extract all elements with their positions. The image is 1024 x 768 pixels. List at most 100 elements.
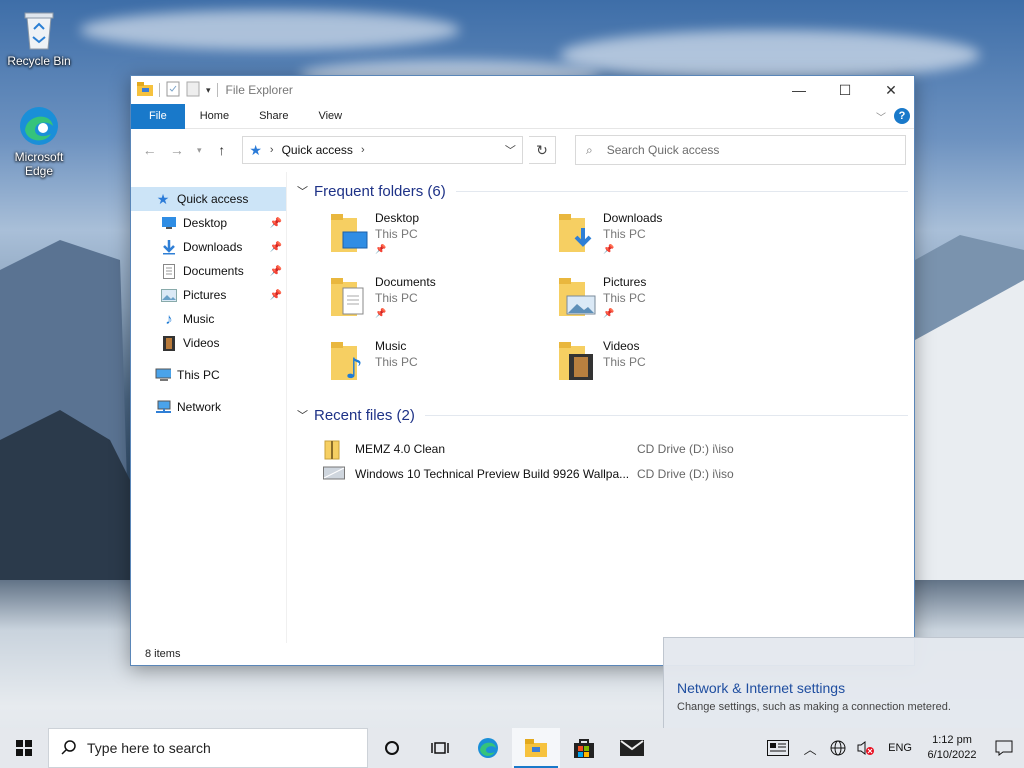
folder-documents[interactable]: Documents This PC 📌 bbox=[329, 274, 557, 326]
cortana-button[interactable] bbox=[368, 728, 416, 768]
recent-files-section: ﹀ Recent files (2) MEMZ 4.0 Clean CD Dri… bbox=[297, 390, 908, 486]
quick-access-star-icon: ★ bbox=[249, 141, 262, 158]
refresh-icon: ↻ bbox=[536, 141, 548, 158]
pictures-icon bbox=[161, 287, 177, 303]
nav-item-this-pc[interactable]: This PC bbox=[131, 363, 286, 387]
nav-item-label: Network bbox=[177, 400, 222, 414]
help-icon[interactable]: ? bbox=[894, 108, 910, 124]
taskbar-search-input[interactable]: Type here to search bbox=[48, 728, 368, 768]
news-icon bbox=[767, 740, 790, 756]
nav-item-quick-access[interactable]: ★ Quick access bbox=[131, 187, 286, 211]
taskbar-edge-button[interactable] bbox=[464, 728, 512, 768]
folder-location: This PC bbox=[375, 291, 418, 305]
folder-videos[interactable]: Videos This PC bbox=[557, 338, 785, 390]
recent-file-row[interactable]: Windows 10 Technical Preview Build 9926 … bbox=[297, 461, 908, 486]
show-hidden-icons-button[interactable]: ︿ bbox=[796, 728, 824, 768]
recycle-bin-icon bbox=[17, 8, 61, 52]
nav-item-pictures[interactable]: Pictures 📌 bbox=[131, 283, 286, 307]
pin-icon: 📌 bbox=[375, 244, 387, 254]
desktop-icon-edge[interactable]: Microsoft Edge bbox=[3, 104, 75, 178]
minimize-button[interactable]: — bbox=[776, 76, 822, 104]
close-button[interactable]: ✕ bbox=[868, 76, 914, 104]
frequent-folders-grid: Desktop This PC 📌 Downloads This PC 📌 Do… bbox=[297, 202, 908, 390]
chevron-right-icon[interactable]: › bbox=[361, 144, 365, 156]
desktop-icon-recycle-bin[interactable]: Recycle Bin bbox=[3, 8, 75, 68]
folder-music[interactable]: ♪ Music This PC bbox=[329, 338, 557, 390]
network-settings-link[interactable]: Network & Internet settings bbox=[677, 680, 1012, 696]
taskbar-store-button[interactable] bbox=[560, 728, 608, 768]
folder-pictures[interactable]: Pictures This PC 📌 bbox=[557, 274, 785, 326]
recent-file-name: Windows 10 Technical Preview Build 9926 … bbox=[355, 466, 630, 481]
network-icon bbox=[155, 399, 171, 415]
nav-item-downloads[interactable]: Downloads 📌 bbox=[131, 235, 286, 259]
star-icon: ★ bbox=[156, 190, 170, 207]
network-tray-button[interactable] bbox=[824, 728, 852, 768]
close-icon: ✕ bbox=[885, 81, 897, 98]
clock-date: 6/10/2022 bbox=[927, 749, 977, 761]
nav-item-label: Pictures bbox=[183, 288, 227, 302]
desktop-icon bbox=[161, 215, 177, 231]
taskbar-file-explorer-button[interactable] bbox=[512, 728, 560, 768]
input-language-indicator[interactable]: ENG bbox=[880, 742, 920, 754]
new-folder-icon[interactable] bbox=[186, 81, 200, 100]
file-explorer-icon bbox=[525, 739, 547, 757]
folder-desktop[interactable]: Desktop This PC 📌 bbox=[329, 210, 557, 262]
nav-item-documents[interactable]: Documents 📌 bbox=[131, 259, 286, 283]
action-center-button[interactable] bbox=[984, 740, 1024, 756]
folder-name: Videos bbox=[603, 339, 640, 353]
recent-file-row[interactable]: MEMZ 4.0 Clean CD Drive (D:) i\iso bbox=[297, 436, 908, 461]
volume-muted-icon bbox=[857, 741, 875, 755]
folder-name: Downloads bbox=[603, 211, 663, 225]
start-button[interactable] bbox=[0, 728, 48, 768]
chevron-down-icon: ▾ bbox=[197, 144, 202, 155]
recent-locations-button[interactable]: ▾ bbox=[194, 139, 206, 161]
edge-icon bbox=[478, 738, 498, 758]
folder-downloads[interactable]: Downloads This PC 📌 bbox=[557, 210, 785, 262]
maximize-button[interactable]: ☐ bbox=[822, 76, 868, 104]
taskbar-mail-button[interactable] bbox=[608, 728, 656, 768]
up-button[interactable]: ↑ bbox=[211, 139, 232, 161]
folder-name: Documents bbox=[375, 275, 436, 289]
back-arrow-icon: ← bbox=[142, 142, 157, 158]
clock[interactable]: 1:12 pm 6/10/2022 bbox=[920, 733, 984, 763]
folder-icon bbox=[557, 274, 597, 318]
navigation-pane: ★ Quick access Desktop 📌 Downloads 📌 Doc… bbox=[131, 172, 287, 643]
globe-icon bbox=[830, 740, 846, 756]
volume-tray-button[interactable] bbox=[852, 728, 880, 768]
address-dropdown-icon[interactable]: ﹀ bbox=[505, 142, 516, 158]
recent-files-header[interactable]: ﹀ Recent files (2) bbox=[297, 404, 908, 426]
customize-toolbar-icon[interactable]: ▾ bbox=[206, 85, 211, 96]
expand-ribbon-icon[interactable]: ﹀ bbox=[876, 109, 886, 124]
back-button[interactable]: ← bbox=[139, 139, 160, 161]
tab-share[interactable]: Share bbox=[244, 104, 303, 129]
recent-file-path: CD Drive (D:) i\iso bbox=[637, 466, 734, 481]
news-button[interactable] bbox=[760, 728, 796, 768]
frequent-folders-header[interactable]: ﹀ Frequent folders (6) bbox=[297, 180, 908, 202]
nav-item-videos[interactable]: Videos bbox=[131, 331, 286, 355]
task-view-button[interactable] bbox=[416, 728, 464, 768]
nav-item-music[interactable]: ♪ Music bbox=[131, 307, 286, 331]
properties-icon[interactable] bbox=[166, 81, 180, 100]
address-bar[interactable]: ★ › Quick access › ﹀ bbox=[242, 136, 523, 164]
nav-item-desktop[interactable]: Desktop 📌 bbox=[131, 211, 286, 235]
image-file-icon bbox=[323, 465, 345, 483]
window-title: File Explorer bbox=[225, 83, 293, 97]
nav-item-label: Videos bbox=[183, 336, 220, 350]
folder-name: Pictures bbox=[603, 275, 647, 289]
breadcrumb-quick-access[interactable]: Quick access bbox=[282, 143, 353, 157]
tab-home[interactable]: Home bbox=[185, 104, 244, 129]
chevron-right-icon: › bbox=[269, 144, 274, 156]
folder-location: This PC bbox=[375, 355, 418, 369]
mail-icon bbox=[620, 740, 644, 756]
tab-file[interactable]: File bbox=[131, 103, 185, 129]
tab-view[interactable]: View bbox=[303, 104, 357, 129]
search-placeholder: Search Quick access bbox=[606, 143, 720, 157]
refresh-button[interactable]: ↻ bbox=[528, 136, 556, 164]
nav-item-network[interactable]: Network bbox=[131, 395, 286, 419]
forward-button[interactable]: → bbox=[166, 139, 187, 161]
pin-icon: 📌 bbox=[375, 308, 387, 318]
pin-icon: 📌 bbox=[269, 217, 282, 229]
cortana-circle-icon bbox=[385, 741, 399, 755]
search-input[interactable]: ⌕ Search Quick access bbox=[574, 135, 907, 165]
